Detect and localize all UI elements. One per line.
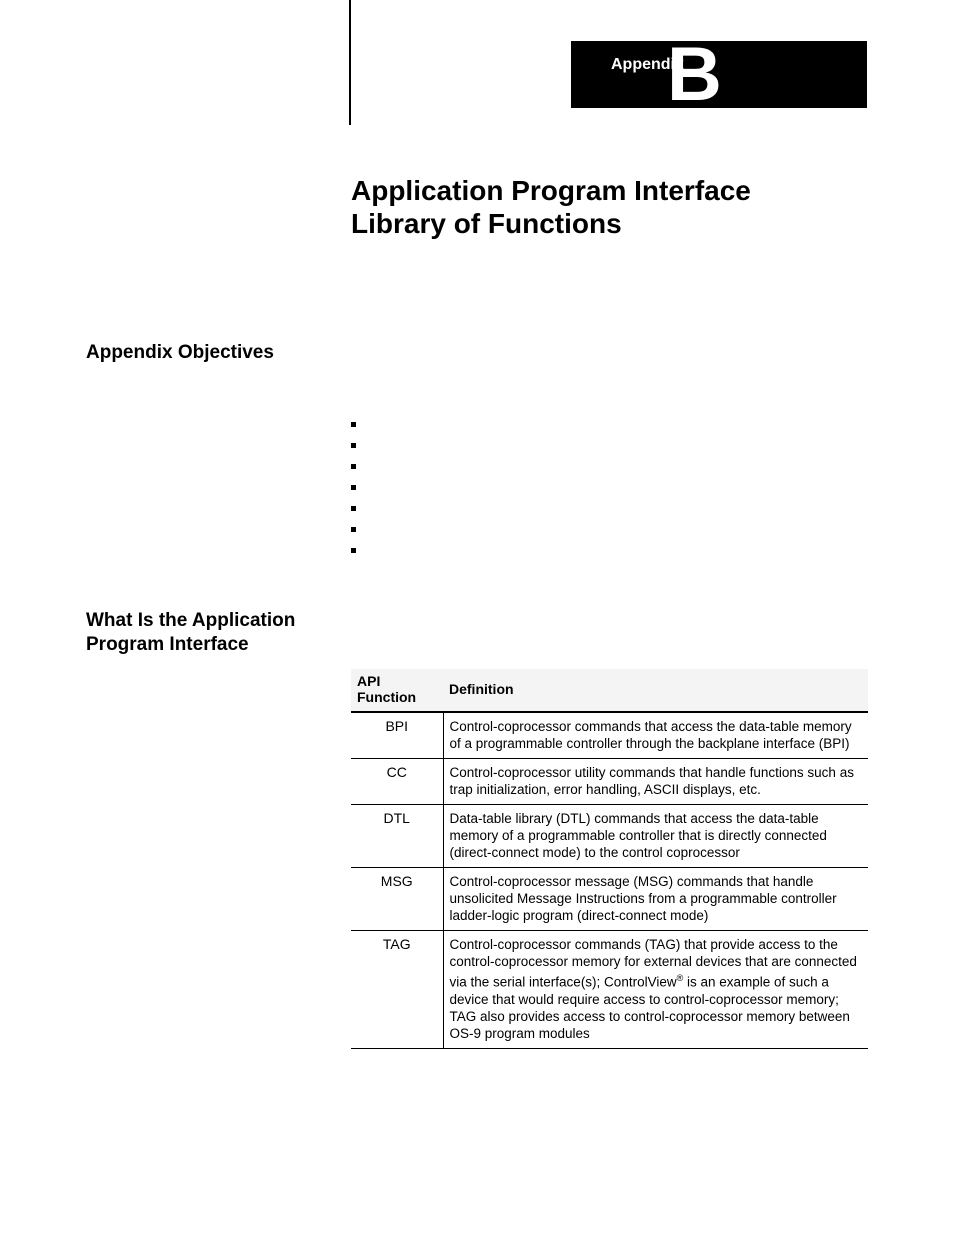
table-header-row: API Function Definition bbox=[351, 669, 868, 712]
bullet-item bbox=[351, 414, 356, 435]
bullet-icon bbox=[351, 422, 356, 427]
api-function-name: MSG bbox=[351, 868, 443, 931]
api-function-name: CC bbox=[351, 759, 443, 805]
bullet-icon bbox=[351, 443, 356, 448]
api-function-name: TAG bbox=[351, 931, 443, 1049]
bullet-icon bbox=[351, 506, 356, 511]
table-row: TAGControl-coprocessor commands (TAG) th… bbox=[351, 931, 868, 1049]
bullet-item bbox=[351, 498, 356, 519]
api-function-definition: Control-coprocessor commands (TAG) that … bbox=[443, 931, 868, 1049]
bullet-item bbox=[351, 477, 356, 498]
bullet-item bbox=[351, 435, 356, 456]
table-row: MSGControl-coprocessor message (MSG) com… bbox=[351, 868, 868, 931]
heading-what-is-line1: What Is the Application bbox=[86, 610, 295, 631]
table-row: DTLData-table library (DTL) commands tha… bbox=[351, 805, 868, 868]
heading-what-is-line2: Program Interface bbox=[86, 634, 249, 655]
bullet-item bbox=[351, 519, 356, 540]
bullet-icon bbox=[351, 485, 356, 490]
col-header-api-function: API Function bbox=[351, 669, 443, 712]
api-function-definition: Data-table library (DTL) commands that a… bbox=[443, 805, 868, 868]
heading-what-is-api: What Is the Application Program Interfac… bbox=[86, 609, 295, 657]
api-function-name: DTL bbox=[351, 805, 443, 868]
bullet-item bbox=[351, 540, 356, 561]
table-row: CCControl-coprocessor utility commands t… bbox=[351, 759, 868, 805]
page: Appendix B Application Program Interface… bbox=[0, 0, 954, 1235]
col-header-definition: Definition bbox=[443, 669, 868, 712]
api-function-name: BPI bbox=[351, 712, 443, 759]
title-line-2: Library of Functions bbox=[351, 208, 622, 239]
appendix-letter: B bbox=[667, 31, 720, 118]
api-function-definition: Control-coprocessor message (MSG) comman… bbox=[443, 868, 868, 931]
bullet-icon bbox=[351, 548, 356, 553]
vertical-rule bbox=[349, 0, 351, 125]
table-row: BPIControl-coprocessor commands that acc… bbox=[351, 712, 868, 759]
title-line-1: Application Program Interface bbox=[351, 175, 751, 206]
bullet-icon bbox=[351, 527, 356, 532]
registered-trademark-icon: ® bbox=[677, 973, 684, 983]
bullet-icon bbox=[351, 464, 356, 469]
bullet-item bbox=[351, 456, 356, 477]
api-function-table: API Function Definition BPIControl-copro… bbox=[351, 669, 868, 1049]
api-function-definition: Control-coprocessor commands that access… bbox=[443, 712, 868, 759]
page-title: Application Program Interface Library of… bbox=[351, 174, 751, 240]
bullet-list bbox=[351, 414, 356, 561]
api-function-definition: Control-coprocessor utility commands tha… bbox=[443, 759, 868, 805]
appendix-banner: Appendix B bbox=[571, 41, 867, 108]
heading-appendix-objectives: Appendix Objectives bbox=[86, 341, 274, 365]
